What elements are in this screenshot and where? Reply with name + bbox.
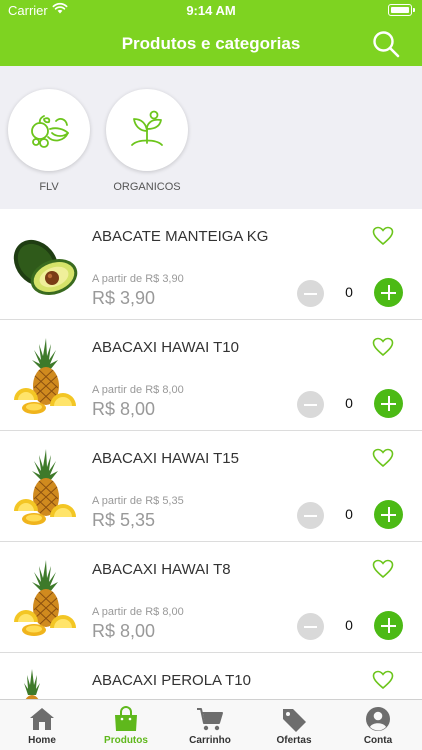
category-carousel: FLV ORGANICOS xyxy=(0,66,422,209)
tab-conta[interactable]: Conta xyxy=(336,706,420,746)
tab-bar: Home Produtos Carrinho Ofertas Conta xyxy=(0,699,422,750)
battery-icon xyxy=(388,4,415,16)
price-from-label: A partir de R$ 8,00 xyxy=(92,384,184,396)
heart-icon[interactable] xyxy=(372,337,394,357)
product-row[interactable]: ABACAXI HAWAI T10 A partir de R$ 8,00 R$… xyxy=(0,320,422,431)
tab-produtos-label: Produtos xyxy=(104,735,148,746)
heart-icon[interactable] xyxy=(372,559,394,579)
tab-home[interactable]: Home xyxy=(0,706,84,746)
tag-icon xyxy=(283,709,306,732)
product-price: R$ 8,00 xyxy=(92,621,156,641)
quantity-value: 0 xyxy=(345,506,353,522)
quantity-value: 0 xyxy=(345,617,353,633)
price-from-label: A partir de R$ 3,90 xyxy=(92,273,184,285)
tab-home-label: Home xyxy=(28,735,56,746)
product-image-pineapple xyxy=(14,449,76,525)
product-name: ABACAXI HAWAI T8 xyxy=(92,561,231,578)
product-row[interactable]: ABACATE MANTEIGA KG A partir de R$ 3,90 … xyxy=(0,209,422,320)
heart-icon[interactable] xyxy=(372,226,394,246)
tab-carrinho-label: Carrinho xyxy=(189,735,231,746)
decrease-quantity-button[interactable] xyxy=(297,502,324,529)
product-name: ABACAXI HAWAI T10 xyxy=(92,339,239,356)
tab-ofertas-label: Ofertas xyxy=(276,735,312,746)
navigation-header: Carrier 9:14 AM Produtos e categorias xyxy=(0,0,422,66)
heart-icon[interactable] xyxy=(372,670,394,690)
increase-quantity-button[interactable] xyxy=(374,278,403,307)
quantity-value: 0 xyxy=(345,395,353,411)
category-flv[interactable]: FLV xyxy=(7,89,91,193)
increase-quantity-button[interactable] xyxy=(374,611,403,640)
category-organicos[interactable]: ORGANICOS xyxy=(105,89,189,193)
tab-conta-label: Conta xyxy=(363,735,393,746)
product-image-avocado xyxy=(13,239,78,295)
product-image-pineapple xyxy=(14,560,76,636)
product-price: R$ 5,35 xyxy=(92,510,156,530)
product-name: ABACATE MANTEIGA KG xyxy=(92,228,269,245)
cart-icon xyxy=(197,708,223,731)
shopping-bag-icon xyxy=(115,706,137,731)
price-from-label: A partir de R$ 5,35 xyxy=(92,495,184,507)
fruits-vegetables-icon xyxy=(31,115,69,148)
product-list[interactable]: ABACATE MANTEIGA KG A partir de R$ 3,90 … xyxy=(0,209,422,699)
product-row[interactable]: ABACAXI HAWAI T8 A partir de R$ 8,00 R$ … xyxy=(0,542,422,653)
increase-quantity-button[interactable] xyxy=(374,389,403,418)
plant-sprout-icon xyxy=(131,110,163,146)
tab-ofertas[interactable]: Ofertas xyxy=(252,706,336,746)
heart-icon[interactable] xyxy=(372,448,394,468)
product-image-pineapple xyxy=(24,669,40,699)
home-icon xyxy=(30,708,54,730)
category-organicos-circle[interactable] xyxy=(106,89,188,171)
tab-carrinho[interactable]: Carrinho xyxy=(168,706,252,746)
product-image-pineapple xyxy=(14,338,76,414)
category-flv-circle[interactable] xyxy=(8,89,90,171)
product-name: ABACAXI PEROLA T10 xyxy=(92,672,251,689)
quantity-value: 0 xyxy=(345,284,353,300)
tab-produtos[interactable]: Produtos xyxy=(84,706,168,746)
product-price: R$ 8,00 xyxy=(92,399,156,419)
category-organicos-label: ORGANICOS xyxy=(113,181,181,193)
price-from-label: A partir de R$ 8,00 xyxy=(92,606,184,618)
decrease-quantity-button[interactable] xyxy=(297,280,324,307)
clock-time: 9:14 AM xyxy=(186,3,236,18)
status-bar: Carrier 9:14 AM xyxy=(0,0,422,22)
product-row[interactable]: ABACAXI PEROLA T10 xyxy=(0,653,422,699)
product-price: R$ 3,90 xyxy=(92,288,156,308)
decrease-quantity-button[interactable] xyxy=(297,391,324,418)
search-icon[interactable] xyxy=(371,29,401,59)
decrease-quantity-button[interactable] xyxy=(297,613,324,640)
increase-quantity-button[interactable] xyxy=(374,500,403,529)
product-name: ABACAXI HAWAI T15 xyxy=(92,450,239,467)
product-row[interactable]: ABACAXI HAWAI T15 A partir de R$ 5,35 R$… xyxy=(0,431,422,542)
user-icon xyxy=(366,707,390,731)
page-title: Produtos e categorias xyxy=(121,34,301,53)
category-flv-label: FLV xyxy=(39,181,59,193)
